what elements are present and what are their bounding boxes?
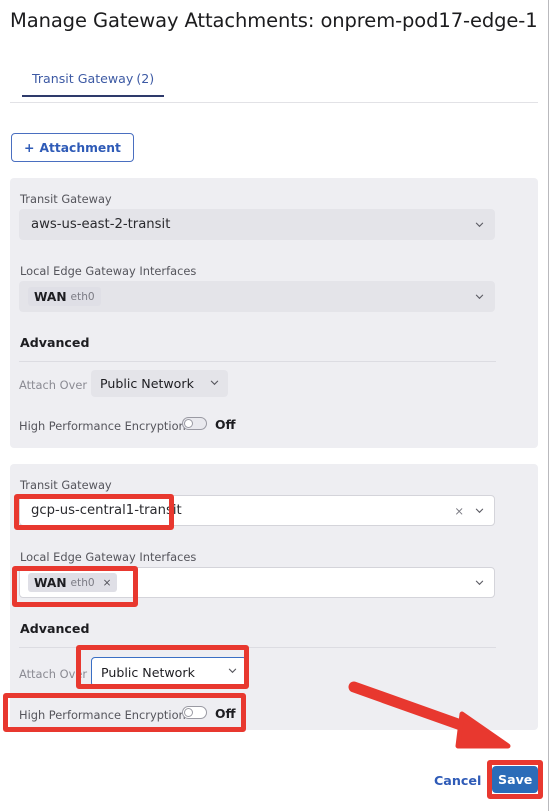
hpe-toggle-knob-1 [184,419,193,428]
interface-chip-2: WAN eth0 × [28,573,118,592]
attach-over-select-1[interactable]: Public Network [91,370,228,397]
interface-chip-sub-1: eth0 [70,290,95,303]
transit-gateway-value-2: gcp-us-central1-transit [31,503,182,518]
window-right-border [548,0,549,811]
tab-transit-gateway-label: Transit Gateway [32,71,134,86]
hpe-toggle-knob-2 [184,708,193,717]
transit-gateway-label-2: Transit Gateway [20,478,112,492]
hpe-state-2: Off [215,706,236,721]
interface-chip-main-1: WAN [34,289,67,304]
interfaces-select-1[interactable]: WAN eth0 [19,281,495,312]
attach-over-value-2: Public Network [101,664,195,680]
clear-icon[interactable]: × [454,504,464,518]
transit-gateway-label-1: Transit Gateway [20,192,112,206]
interfaces-label-1: Local Edge Gateway Interfaces [20,264,197,278]
advanced-heading-2: Advanced [20,621,90,636]
chevron-down-icon [228,666,237,678]
advanced-divider-2 [19,647,496,648]
chevron-down-icon [475,506,484,515]
add-attachment-button[interactable]: + Attachment [11,133,134,162]
chevron-down-icon [210,378,219,390]
transit-gateway-select-1[interactable]: aws-us-east-2-transit [19,209,495,240]
add-attachment-label: Attachment [39,140,121,155]
attach-over-select-2[interactable]: Public Network [91,657,247,687]
advanced-divider-1 [19,361,496,362]
save-button[interactable]: Save [492,766,538,793]
interface-chip-sub-2: eth0 [70,576,95,589]
plus-icon: + [24,140,35,155]
tab-transit-gateway-count: (2) [136,71,155,86]
manage-gateway-attachments-dialog: Manage Gateway Attachments: onprem-pod17… [0,0,555,811]
chevron-down-icon [475,578,484,587]
attach-over-value-1: Public Network [100,376,194,391]
interface-chip-main-2: WAN [34,575,67,590]
interfaces-select-2[interactable]: WAN eth0 × [19,567,495,598]
hpe-toggle-1[interactable] [182,417,207,430]
page-title: Manage Gateway Attachments: onprem-pod17… [10,9,538,32]
cancel-button[interactable]: Cancel [434,773,481,788]
attachment-panel-1: Transit Gateway aws-us-east-2-transit Lo… [10,178,538,448]
transit-gateway-select-2[interactable]: gcp-us-central1-transit × [19,495,495,526]
chevron-down-icon [475,292,484,301]
chevron-down-icon [475,220,484,229]
transit-gateway-value-1: aws-us-east-2-transit [31,217,171,232]
tab-transit-gateway[interactable]: Transit Gateway (2) [22,71,165,97]
advanced-heading-1: Advanced [20,335,90,350]
attachment-panel-2: Transit Gateway gcp-us-central1-transit … [10,464,538,730]
attach-over-label-1: Attach Over [19,378,88,392]
attach-over-label-2: Attach Over [19,667,88,681]
window-right-gutter [549,0,555,811]
hpe-label-2: High Performance Encryption [19,708,186,722]
hpe-toggle-2[interactable] [182,706,207,719]
interfaces-label-2: Local Edge Gateway Interfaces [20,550,197,564]
tab-bar: Transit Gateway (2) [10,71,538,103]
interface-chip-1: WAN eth0 [28,287,101,306]
interface-chip-remove-icon[interactable]: × [103,577,112,589]
hpe-state-1: Off [215,417,236,432]
hpe-label-1: High Performance Encryption [19,419,186,433]
